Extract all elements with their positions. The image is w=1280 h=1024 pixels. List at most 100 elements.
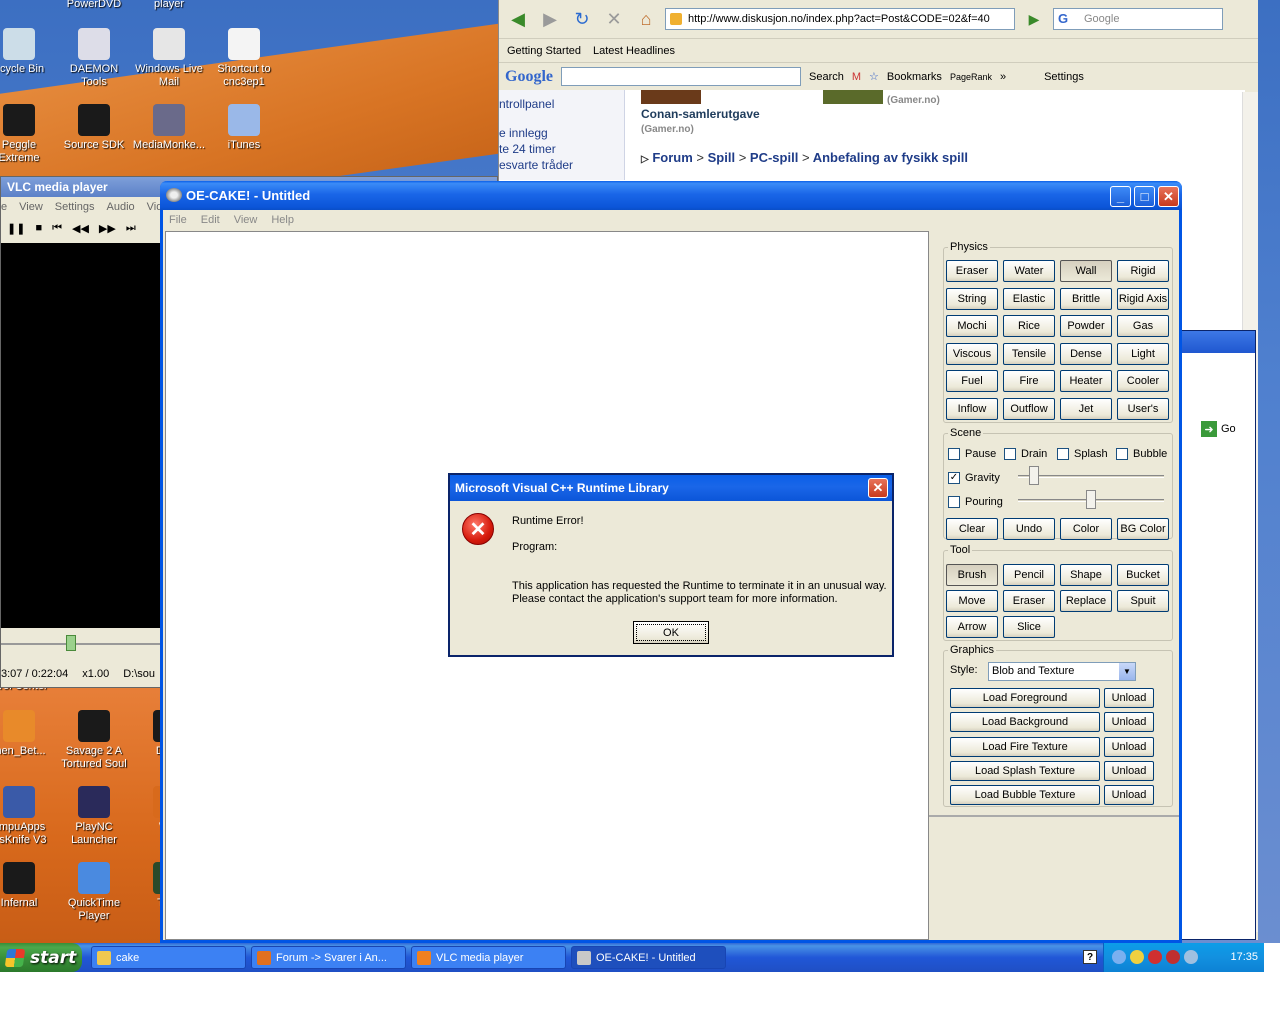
desktop-icon[interactable]: men_Bet... [0, 710, 57, 758]
back-arrow-icon[interactable]: ◀ [505, 6, 531, 32]
physics-inflow-button[interactable]: Inflow [946, 398, 998, 420]
volume-icon[interactable] [1184, 950, 1198, 964]
start-button[interactable]: start [0, 943, 82, 972]
physics-string-button[interactable]: String [946, 287, 998, 310]
sidebar-link[interactable]: esvarte tråder [499, 157, 624, 173]
taskbar-button-cake[interactable]: cake [91, 946, 246, 969]
minimize-button[interactable]: _ [1110, 186, 1131, 207]
forward-arrow-icon[interactable]: ▶ [537, 6, 563, 32]
desktop-icon[interactable]: MediaMonke... [131, 104, 207, 152]
pouring-checkbox[interactable]: Pouring [948, 496, 1003, 508]
desktop-icon[interactable]: player [131, 0, 207, 11]
dialog-close-button[interactable]: ✕ [868, 478, 888, 498]
physics-rice-button[interactable]: Rice [1003, 315, 1055, 338]
clock[interactable]: 17:35 [1230, 951, 1258, 963]
firefox-search-input[interactable]: Google [1053, 8, 1223, 30]
physics-viscous-button[interactable]: Viscous [946, 342, 998, 365]
gmail-icon[interactable]: M [852, 71, 861, 83]
pouring-slider[interactable] [1018, 490, 1164, 510]
desktop-icon[interactable]: DAEMON Tools [56, 28, 132, 89]
vlc-menu-settings[interactable]: Settings [55, 201, 95, 219]
load-foreground-button[interactable]: Load Foreground [950, 688, 1100, 708]
vlc-seek-bar[interactable] [1, 633, 161, 655]
sidebar-link[interactable]: te 24 timer [499, 141, 624, 157]
vlc-menu-view[interactable]: View [19, 201, 43, 219]
forward-icon[interactable]: ▶▶ [99, 222, 116, 238]
gravity-check-box[interactable]: ✓ [948, 472, 960, 484]
desktop-icon[interactable]: Savage 2 A Tortured Soul [56, 710, 132, 771]
breadcrumb-spill[interactable]: Spill [708, 150, 735, 165]
unload-button[interactable]: Unload [1104, 712, 1154, 733]
seek-thumb[interactable] [65, 635, 76, 651]
physics-rigid-button[interactable]: Rigid [1117, 260, 1169, 282]
check-box[interactable] [1057, 448, 1069, 460]
desktop-icon[interactable]: Source SDK [56, 104, 132, 152]
vlc-menu-audio[interactable]: Audio [107, 201, 135, 219]
physics-elastic-button[interactable]: Elastic [1003, 287, 1055, 310]
tool-bucket-button[interactable]: Bucket [1117, 564, 1169, 586]
stop-icon[interactable]: ■ [35, 222, 42, 238]
tool-spuit-button[interactable]: Spuit [1117, 590, 1169, 612]
help-icon[interactable]: ? [1083, 950, 1097, 964]
network-icon[interactable] [1166, 950, 1180, 964]
check-box[interactable] [948, 448, 960, 460]
google-search-button[interactable]: Search [809, 71, 844, 83]
check-box[interactable] [1116, 448, 1128, 460]
physics-tensile-button[interactable]: Tensile [1003, 342, 1055, 365]
physics-cooler-button[interactable]: Cooler [1117, 370, 1169, 393]
taskbar-button-oe-cake-untitled[interactable]: OE-CAKE! - Untitled [571, 946, 726, 969]
tool-brush-button[interactable]: Brush [946, 564, 998, 586]
physics-water-button[interactable]: Water [1003, 260, 1055, 282]
unload-button[interactable]: Unload [1104, 760, 1154, 781]
physics-rigid-axis-button[interactable]: Rigid Axis [1117, 287, 1169, 310]
ok-button[interactable]: OK [633, 621, 709, 644]
breadcrumb-forum[interactable]: Forum [652, 150, 692, 165]
breadcrumb-thread[interactable]: Anbefaling av fysikk spill [813, 150, 968, 165]
physics-heater-button[interactable]: Heater [1060, 370, 1112, 393]
physics-fire-button[interactable]: Fire [1003, 370, 1055, 393]
load-fire-texture-button[interactable]: Load Fire Texture [950, 736, 1100, 757]
unload-button[interactable]: Unload [1104, 736, 1154, 757]
desktop-icon[interactable]: iTunes [206, 104, 282, 152]
stop-icon[interactable]: ✕ [601, 6, 627, 32]
flash-icon[interactable] [1148, 950, 1162, 964]
scene-pause-checkbox[interactable]: Pause [948, 448, 996, 460]
background-window-go[interactable]: ➜ Go [1201, 421, 1236, 437]
desktop-icon[interactable]: Windows Live Mail [131, 28, 207, 89]
url-bar[interactable]: http://www.diskusjon.no/index.php?act=Po… [665, 8, 1015, 30]
check-box[interactable] [1004, 448, 1016, 460]
physics-powder-button[interactable]: Powder [1060, 315, 1112, 338]
desktop-icon[interactable]: ecycle Bin [0, 28, 57, 76]
load-background-button[interactable]: Load Background [950, 712, 1100, 733]
scene-color-button[interactable]: Color [1060, 518, 1112, 540]
menu-edit[interactable]: Edit [201, 214, 220, 226]
scene-undo-button[interactable]: Undo [1003, 518, 1055, 540]
menu-view[interactable]: View [234, 214, 258, 226]
gravity-slider[interactable] [1018, 466, 1164, 486]
google-bookmarks-button[interactable]: Bookmarks [887, 71, 942, 83]
menu-file[interactable]: File [169, 214, 187, 226]
vlc-menu-file[interactable]: e [1, 201, 7, 219]
tool-pencil-button[interactable]: Pencil [1003, 564, 1055, 586]
physics-dense-button[interactable]: Dense [1060, 342, 1112, 365]
gravity-slider-thumb[interactable] [1028, 466, 1039, 485]
reload-icon[interactable]: ↻ [569, 6, 595, 32]
physics-gas-button[interactable]: Gas [1117, 315, 1169, 338]
maximize-button[interactable]: □ [1134, 186, 1155, 207]
desktop-icon[interactable]: Shortcut to cnc3ep1 [206, 28, 282, 89]
taskbar-button-vlc-media-player[interactable]: VLC media player [411, 946, 566, 969]
prev-icon[interactable]: ⏮ [52, 222, 62, 238]
physics-light-button[interactable]: Light [1117, 342, 1169, 365]
physics-user-s-button[interactable]: User's [1117, 398, 1169, 420]
chevron-down-icon[interactable]: ▼ [1119, 663, 1135, 680]
taskbar-button-forum-svarer-i-an[interactable]: Forum -> Svarer i An... [251, 946, 406, 969]
sidebar-link[interactable]: ntrollpanel [499, 96, 624, 112]
google-toolbar-input[interactable] [561, 67, 801, 86]
pouring-check-box[interactable] [948, 496, 960, 508]
news-title[interactable]: Conan-samlerutgave [641, 107, 760, 121]
physics-fuel-button[interactable]: Fuel [946, 370, 998, 393]
desktop-icon[interactable]: ompuApps issKnife V3 [0, 786, 57, 847]
tool-eraser-button[interactable]: Eraser [1003, 590, 1055, 612]
tool-replace-button[interactable]: Replace [1060, 590, 1112, 612]
sidebar-link[interactable]: e innlegg [499, 125, 624, 141]
